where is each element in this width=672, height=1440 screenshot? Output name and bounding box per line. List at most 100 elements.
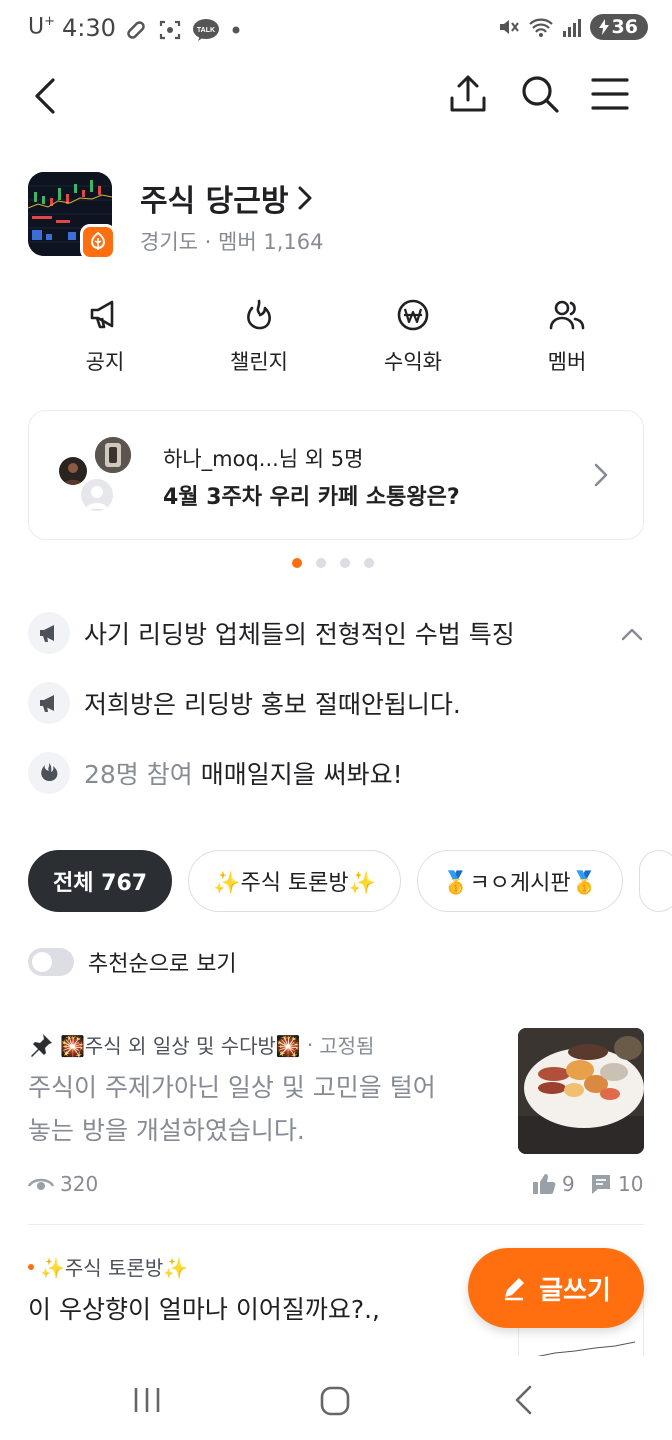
banner-pagination: [292, 558, 374, 568]
board-tabs: 전체 767 ✨주식 토론방✨ 🥇ㅋㅇ게시판🥇: [28, 850, 672, 912]
chevron-up-icon[interactable]: [620, 626, 644, 642]
cafe-meta: 경기도 · 멤버 1,164: [140, 230, 324, 254]
menu-button[interactable]: [584, 68, 636, 120]
post-category-name: ✨주식 토론방✨: [40, 1256, 189, 1280]
cafe-name: 주식 당근방: [140, 184, 289, 219]
pinned-label: 고정됨: [319, 1034, 375, 1058]
avatar-photo-icon: [95, 437, 131, 473]
back-nav-icon[interactable]: [512, 1384, 534, 1416]
link-icon: [127, 21, 145, 39]
megaphone-icon: [90, 300, 114, 329]
pin-icon: [31, 1033, 52, 1057]
screenshot-icon: [159, 20, 181, 40]
wifi-icon: [528, 18, 553, 37]
banner-subtitle: 하나_moq...님 외 5명: [163, 447, 364, 471]
charging-icon: [598, 19, 609, 35]
quick-menu-members[interactable]: 멤버: [492, 298, 642, 376]
status-time: 4:30: [62, 14, 116, 42]
banner-card[interactable]: 하나_moq...님 외 5명 4월 3주차 우리 카페 소통왕은?: [28, 410, 644, 540]
post-body-line: 놓는 방을 개설하였습니다.: [28, 1116, 305, 1145]
post-title[interactable]: 이 우상향이 얼마나 이어질까요?.,: [28, 1290, 380, 1326]
members-count: 1,164: [263, 230, 324, 254]
app-bar: [0, 60, 672, 132]
cafe-title[interactable]: 주식 당근방: [140, 176, 314, 220]
quick-menu-monetize[interactable]: 수익화: [338, 298, 488, 376]
notice-text: 저희방은 리딩방 홍보 절때안됩니다.: [84, 690, 461, 719]
views-count: 320: [60, 1172, 99, 1196]
back-arrow-icon: [35, 78, 55, 114]
pagination-dot[interactable]: [316, 558, 326, 568]
eye-icon: [28, 1178, 54, 1190]
mute-icon: [499, 20, 519, 34]
kakaotalk-icon: TALK: [193, 19, 219, 41]
post-body[interactable]: 주식이 주제가아닌 일상 및 고민을 털어 놓는 방을 개설하였습니다.: [28, 1066, 488, 1152]
megaphone-icon: [28, 682, 70, 724]
pencil-icon: [505, 1278, 525, 1301]
quick-menu-label: 챌린지: [230, 350, 288, 374]
sort-toggle[interactable]: [28, 948, 74, 976]
post-likes[interactable]: 9: [532, 1172, 575, 1196]
search-icon: [522, 76, 559, 113]
avatar: [93, 435, 133, 475]
write-post-button[interactable]: 글쓰기: [468, 1248, 644, 1328]
avatar-photo-icon: [63, 463, 83, 485]
tab-all[interactable]: 전체 767: [28, 850, 173, 912]
notice-item[interactable]: 사기 리딩방 업체들의 전형적인 수법 특징: [28, 611, 515, 655]
cafe-badge: [80, 224, 116, 260]
likes-count: 9: [562, 1172, 575, 1196]
post-category: ✨주식 토론방✨: [28, 1252, 188, 1281]
sort-toggle-label: 추천순으로 보기: [88, 952, 237, 977]
write-post-label: 글쓰기: [539, 1275, 611, 1306]
carrier-label: U+: [28, 14, 56, 40]
pagination-dot[interactable]: [292, 558, 302, 568]
chevron-right-icon: [594, 463, 608, 487]
food-plate-image-icon: [518, 1028, 644, 1154]
more-dot-icon: [232, 26, 240, 34]
members-label: 멤버: [218, 230, 257, 254]
status-notification-icons: TALK: [124, 16, 242, 44]
quick-menu-challenge[interactable]: 챌린지: [184, 298, 334, 376]
tab-kk-board[interactable]: 🥇ㅋㅇ게시판🥇: [417, 850, 624, 912]
back-button[interactable]: [20, 70, 72, 122]
banner-title: 4월 3주차 우리 카페 소통왕은?: [163, 485, 460, 510]
signal-icon: [562, 19, 581, 37]
status-bar: U+ 4:30 TALK 36: [0, 0, 672, 60]
tab-more[interactable]: [639, 850, 672, 912]
challenge-title: 매매일지을 써봐요!: [200, 760, 403, 789]
challenge-item[interactable]: 28명 참여 매매일지을 써봐요!: [28, 751, 403, 795]
challenge-participants: 28명 참여: [84, 760, 193, 789]
flame-icon: [28, 752, 70, 794]
search-button[interactable]: [514, 68, 566, 120]
avatar: [59, 457, 87, 485]
avatar: [79, 477, 115, 513]
quick-menu-label: 멤버: [547, 350, 587, 374]
chevron-right-icon: [298, 186, 312, 210]
cafe-region: 경기도: [140, 230, 198, 254]
post-thumbnail[interactable]: [518, 1028, 644, 1154]
notice-text: 사기 리딩방 업체들의 전형적인 수법 특징: [84, 620, 515, 649]
share-button[interactable]: [442, 68, 494, 120]
comments-count: 10: [618, 1172, 644, 1196]
post-category: 🎇주식 외 일상 및 수다방🎇 · 고정됨: [28, 1030, 374, 1059]
megaphone-icon: [28, 612, 70, 654]
toggle-knob: [32, 952, 52, 972]
pagination-dot[interactable]: [340, 558, 350, 568]
status-system-icons: 36: [498, 14, 648, 40]
recent-apps-icon[interactable]: [132, 1386, 162, 1414]
quick-menu-label: 공지: [85, 350, 125, 374]
thumbs-up-icon: [533, 1174, 556, 1194]
tab-stock-discussion[interactable]: ✨주식 토론방✨: [188, 850, 402, 912]
share-icon: [450, 75, 486, 112]
home-icon[interactable]: [320, 1386, 350, 1416]
pagination-dot[interactable]: [364, 558, 374, 568]
post-comments[interactable]: 10: [590, 1172, 643, 1196]
post-category-name: 🎇주식 외 일상 및 수다방🎇: [60, 1034, 301, 1058]
challenge-text: 28명 참여 매매일지을 써봐요!: [84, 755, 403, 791]
post-views: 320: [28, 1172, 98, 1196]
hamburger-menu-icon: [591, 78, 629, 110]
default-avatar-icon: [86, 486, 108, 509]
post-body-line: 주식이 주제가아닌 일상 및 고민을 털어: [28, 1073, 436, 1102]
quick-menu-notice[interactable]: 공지: [30, 298, 180, 376]
users-icon: [549, 300, 585, 330]
notice-item[interactable]: 저희방은 리딩방 홍보 절때안됩니다.: [28, 681, 461, 725]
